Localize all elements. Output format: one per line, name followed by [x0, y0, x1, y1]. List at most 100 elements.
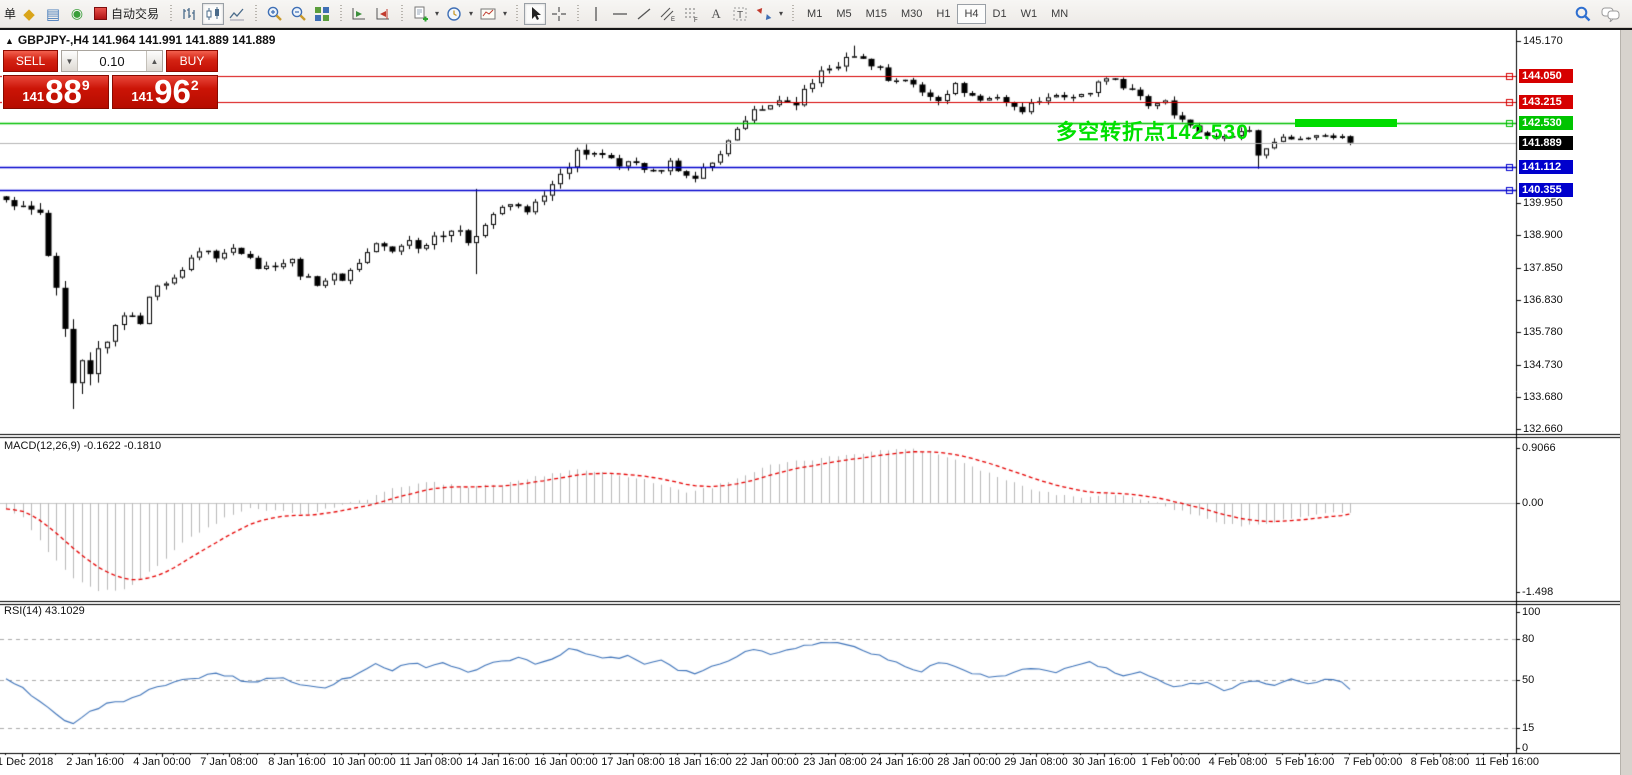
arrows-icon[interactable]	[753, 3, 775, 25]
time-axis-label: 7 Jan 08:00	[200, 756, 258, 768]
timeframe-w1[interactable]: W1	[1014, 4, 1045, 24]
autotrading-icon	[94, 7, 107, 20]
candlestick-chart-icon[interactable]	[202, 3, 224, 25]
bar-chart-icon[interactable]	[178, 3, 200, 25]
chart-title-text: GBPJPY-,H4 141.964 141.991 141.889 141.8…	[18, 33, 276, 47]
price-tick-label: 135.780	[1523, 326, 1563, 338]
templates-icon[interactable]	[477, 3, 499, 25]
one-click-trading-panel: SELL ▼ ▲ BUY 141 88 9 141 96 2	[2, 48, 218, 111]
vertical-line-icon[interactable]	[585, 3, 607, 25]
add-indicator-icon[interactable]	[409, 3, 431, 25]
autotrading-label: 自动交易	[111, 5, 159, 22]
macd-tick-label: -1.498	[1522, 586, 1553, 598]
time-axis-label: 16 Jan 00:00	[534, 756, 598, 768]
toolbar: 单 ◆ ▤ ◉ 自动交易 ▾ ▾ ▾ E	[0, 0, 1632, 28]
macd-tick-label: 0.9066	[1522, 442, 1556, 454]
sell-price-base: 141	[22, 89, 44, 104]
chat-icon[interactable]	[1600, 3, 1622, 25]
chart-shift-icon[interactable]	[372, 3, 394, 25]
time-axis-label: 28 Jan 00:00	[937, 756, 1001, 768]
toolbar-drag-handle[interactable]	[253, 5, 258, 23]
rsi-tick-label: 15	[1522, 722, 1534, 734]
toolbar-drag-handle[interactable]	[168, 5, 173, 23]
toolbar-drag-handle[interactable]	[338, 5, 343, 23]
timeframe-d1[interactable]: D1	[986, 4, 1014, 24]
toolbar-drag-handle[interactable]	[575, 5, 580, 23]
volume-increase-button[interactable]: ▲	[146, 51, 162, 71]
volume-decrease-button[interactable]: ▼	[62, 51, 78, 71]
sell-price-panel[interactable]: 141 88 9	[3, 75, 109, 109]
time-axis-label: 2 Jan 16:00	[66, 756, 124, 768]
timeframe-m1[interactable]: M1	[800, 4, 829, 24]
cursor-icon[interactable]	[524, 3, 546, 25]
time-axis-label: 11 Jan 08:00	[400, 756, 463, 768]
buy-price-base: 141	[131, 89, 153, 104]
time-axis-label: 31 Dec 2018	[0, 756, 53, 768]
templates-dropdown[interactable]: ▾	[501, 9, 509, 18]
news-icon[interactable]: ▤	[42, 3, 64, 25]
autotrading-button[interactable]: 自动交易	[90, 3, 163, 25]
text-icon[interactable]: A	[705, 3, 727, 25]
price-level-badge: 141.112	[1519, 160, 1573, 174]
timeframe-bar: M1M5M15M30H1H4D1W1MN	[800, 4, 1075, 24]
volume-input[interactable]	[78, 51, 146, 71]
new-order-partial-label[interactable]: 单	[4, 5, 16, 22]
toolbar-drag-handle[interactable]	[790, 5, 795, 23]
time-axis-label: 1 Feb 00:00	[1142, 756, 1201, 768]
timeframe-h1[interactable]: H1	[929, 4, 957, 24]
timeframe-h4[interactable]: H4	[957, 4, 985, 24]
time-axis-label: 4 Feb 08:00	[1209, 756, 1268, 768]
auto-scroll-icon[interactable]	[348, 3, 370, 25]
equidistant-channel-icon[interactable]: E	[657, 3, 679, 25]
timeframe-m30[interactable]: M30	[894, 4, 929, 24]
fibonacci-icon[interactable]: F	[681, 3, 703, 25]
order-book-icon[interactable]: ◆	[18, 3, 40, 25]
price-tick-label: 133.680	[1523, 391, 1563, 403]
periods-dropdown[interactable]: ▾	[467, 9, 475, 18]
timeframe-m5[interactable]: M5	[829, 4, 858, 24]
toolbar-drag-handle[interactable]	[399, 5, 404, 23]
arrows-dropdown[interactable]: ▾	[777, 9, 785, 18]
time-axis-label: 14 Jan 16:00	[466, 756, 530, 768]
timeframe-m15[interactable]: M15	[859, 4, 894, 24]
horizontal-line-icon[interactable]	[609, 3, 631, 25]
time-axis-label: 30 Jan 16:00	[1072, 756, 1136, 768]
rsi-tick-label: 0	[1522, 742, 1528, 754]
price-tick-label: 132.660	[1523, 423, 1563, 435]
price-level-badge: 141.889	[1519, 136, 1573, 150]
time-axis-label: 17 Jan 08:00	[601, 756, 665, 768]
buy-price-big: 96	[154, 77, 191, 107]
svg-text:T: T	[737, 10, 743, 21]
buy-button[interactable]: BUY	[166, 50, 218, 72]
text-label-icon[interactable]: T	[729, 3, 751, 25]
sell-button[interactable]: SELL	[3, 50, 58, 72]
time-axis-label: 8 Feb 08:00	[1411, 756, 1470, 768]
line-chart-icon[interactable]	[226, 3, 248, 25]
time-axis-label: 18 Jan 16:00	[668, 756, 732, 768]
time-axis-label: 5 Feb 16:00	[1276, 756, 1335, 768]
rsi-tick-label: 50	[1522, 674, 1534, 686]
price-tick-label: 139.950	[1523, 197, 1563, 209]
trendline-icon[interactable]	[633, 3, 655, 25]
time-axis-label: 4 Jan 00:00	[133, 756, 191, 768]
crosshair-icon[interactable]	[548, 3, 570, 25]
zoom-in-icon[interactable]	[263, 3, 285, 25]
price-level-badge: 140.355	[1519, 183, 1573, 197]
price-tick-label: 134.730	[1523, 359, 1563, 371]
price-level-badge: 143.215	[1519, 95, 1573, 109]
macd-indicator-label: MACD(12,26,9) -0.1622 -0.1810	[4, 440, 161, 452]
green-highlight-bar	[1295, 119, 1397, 127]
tile-windows-icon[interactable]	[311, 3, 333, 25]
signal-icon[interactable]: ◉	[66, 3, 88, 25]
chart-annotation-text: 多空转折点142.530	[1056, 116, 1249, 146]
toolbar-drag-handle[interactable]	[514, 5, 519, 23]
zoom-out-icon[interactable]	[287, 3, 309, 25]
periods-clock-icon[interactable]	[443, 3, 465, 25]
add-indicator-dropdown[interactable]: ▾	[433, 9, 441, 18]
buy-price-panel[interactable]: 141 96 2	[112, 75, 218, 109]
toolbar-bottom-edge	[0, 28, 1632, 30]
search-icon[interactable]	[1572, 3, 1594, 25]
timeframe-mn[interactable]: MN	[1044, 4, 1075, 24]
time-axis-label: 23 Jan 08:00	[803, 756, 867, 768]
price-chart-canvas[interactable]	[0, 30, 1632, 775]
